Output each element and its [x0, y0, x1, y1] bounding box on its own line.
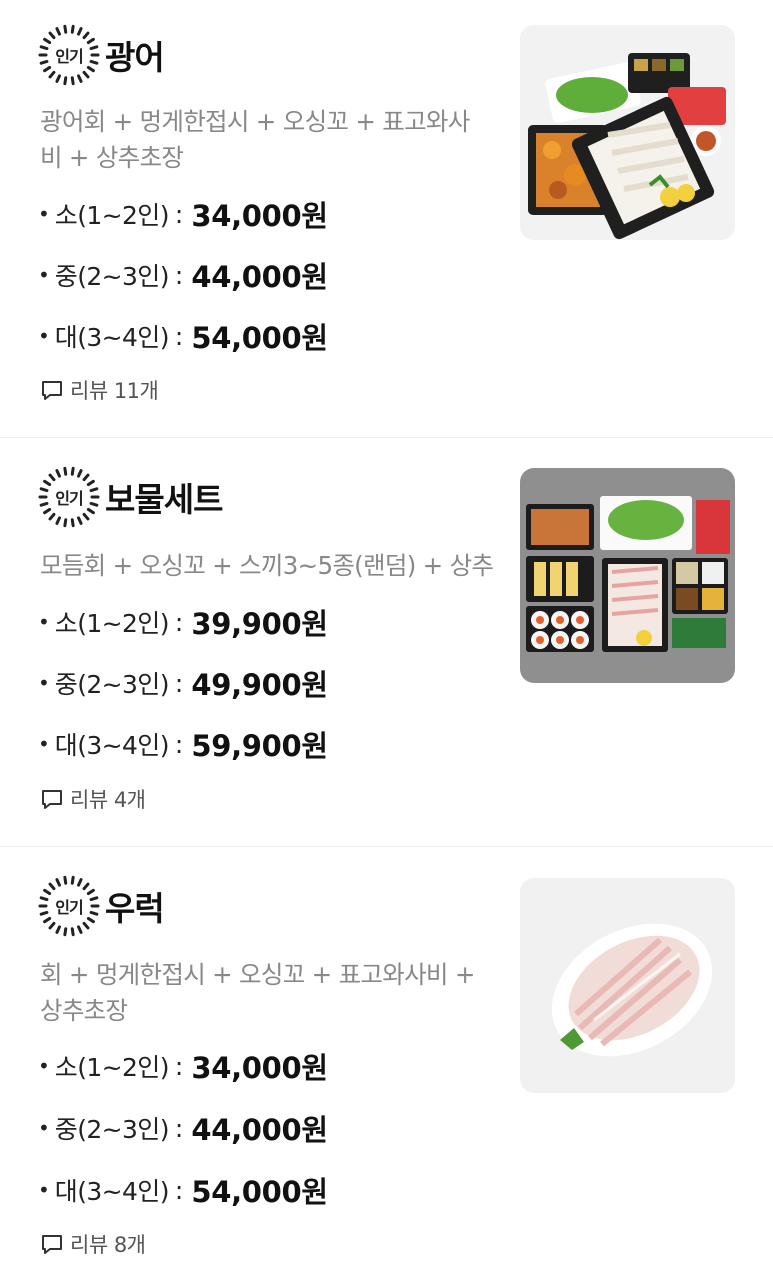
price-value: 49,900원 [191, 668, 328, 702]
menu-photo[interactable] [520, 878, 735, 1093]
bullet: • [38, 1116, 50, 1140]
menu-item-ureok[interactable]: 인기 우럭 회 + 멍게한접시 + 오싱꼬 + 표고와사비 + 상추초장 • 소… [0, 847, 773, 1280]
menu-title: 보물세트 [105, 480, 223, 519]
price-value: 44,000원 [191, 260, 328, 294]
speech-bubble-icon [42, 790, 62, 809]
review-link[interactable]: 리뷰 8개 [40, 1229, 146, 1259]
menu-item-treasure-set[interactable]: 인기 보물세트 모듬회 + 오싱꼬 + 스끼3~5종(랜덤) + 상추 • 소(… [0, 438, 773, 875]
price-size: 대(3~4인) [54, 1177, 170, 1206]
colon: : [174, 260, 184, 290]
colon: : [174, 729, 184, 759]
price-value: 34,000원 [191, 199, 328, 233]
price-option-small[interactable]: • 소(1~2인) : 34,000원 [38, 194, 328, 234]
menu-title: 광어 [105, 38, 165, 77]
colon: : [174, 668, 184, 698]
bullet: • [38, 1178, 50, 1202]
bullet: • [38, 263, 50, 287]
bullet: • [38, 324, 50, 348]
menu-title-row: 인기 보물세트 [38, 466, 223, 528]
price-option-large[interactable]: • 대(3~4인) : 54,000원 [38, 1170, 328, 1210]
speech-bubble-icon [42, 1235, 62, 1254]
sashimi-platter-photo-icon [520, 25, 735, 240]
popular-badge: 인기 [38, 875, 100, 937]
price-size: 중(2~3인) [54, 1115, 170, 1144]
review-link[interactable]: 리뷰 11개 [40, 375, 159, 405]
price-option-medium[interactable]: • 중(2~3인) : 44,000원 [38, 255, 328, 295]
colon: : [174, 1051, 184, 1081]
price-option-small[interactable]: • 소(1~2인) : 34,000원 [38, 1046, 328, 1086]
price-option-large[interactable]: • 대(3~4인) : 54,000원 [38, 316, 328, 356]
colon: : [174, 607, 184, 637]
rockfish-sashimi-photo-icon [520, 878, 735, 1093]
menu-title: 우럭 [105, 889, 165, 928]
price-size: 소(1~2인) [54, 201, 170, 230]
price-size: 소(1~2인) [54, 1053, 170, 1082]
speech-bubble-icon [42, 381, 62, 400]
badge-label: 인기 [55, 489, 83, 508]
colon: : [174, 199, 184, 229]
menu-photo[interactable] [520, 25, 735, 240]
badge-label: 인기 [55, 47, 83, 66]
review-count: 리뷰 4개 [70, 788, 146, 812]
price-value: 44,000원 [191, 1113, 328, 1147]
price-size: 소(1~2인) [54, 609, 170, 638]
bullet: • [38, 732, 50, 756]
menu-title-row: 인기 우럭 [38, 875, 165, 937]
bullet: • [38, 1054, 50, 1078]
price-option-medium[interactable]: • 중(2~3인) : 49,900원 [38, 663, 328, 703]
price-size: 대(3~4인) [54, 731, 170, 760]
bullet: • [38, 610, 50, 634]
review-count: 리뷰 11개 [70, 379, 159, 403]
colon: : [174, 321, 184, 351]
review-link[interactable]: 리뷰 4개 [40, 784, 146, 814]
price-value: 39,900원 [191, 607, 328, 641]
price-size: 중(2~3인) [54, 670, 170, 699]
menu-photo[interactable] [520, 468, 735, 683]
colon: : [174, 1113, 184, 1143]
review-count: 리뷰 8개 [70, 1233, 146, 1257]
price-size: 중(2~3인) [54, 262, 170, 291]
price-value: 54,000원 [191, 1175, 328, 1209]
bullet: • [38, 671, 50, 695]
menu-description: 광어회 + 멍게한접시 + 오싱꼬 + 표고와사비 + 상추초장 [40, 107, 470, 172]
colon: : [174, 1175, 184, 1205]
menu-description: 모듬회 + 오싱꼬 + 스끼3~5종(랜덤) + 상추 [40, 551, 494, 580]
bullet: • [38, 202, 50, 226]
popular-badge: 인기 [38, 24, 100, 86]
menu-description: 회 + 멍게한접시 + 오싱꼬 + 표고와사비 + 상추초장 [40, 960, 475, 1025]
price-option-small[interactable]: • 소(1~2인) : 39,900원 [38, 602, 328, 642]
price-value: 34,000원 [191, 1051, 328, 1085]
popular-badge: 인기 [38, 466, 100, 528]
assorted-set-photo-icon [520, 468, 735, 683]
price-value: 54,000원 [191, 321, 328, 355]
price-size: 대(3~4인) [54, 323, 170, 352]
badge-label: 인기 [55, 898, 83, 917]
menu-item-gwangeo[interactable]: 인기 광어 광어회 + 멍게한접시 + 오싱꼬 + 표고와사비 + 상추초장 •… [0, 0, 773, 437]
price-option-medium[interactable]: • 중(2~3인) : 44,000원 [38, 1108, 328, 1148]
price-value: 59,900원 [191, 729, 328, 763]
price-option-large[interactable]: • 대(3~4인) : 59,900원 [38, 724, 328, 764]
menu-title-row: 인기 광어 [38, 24, 165, 86]
